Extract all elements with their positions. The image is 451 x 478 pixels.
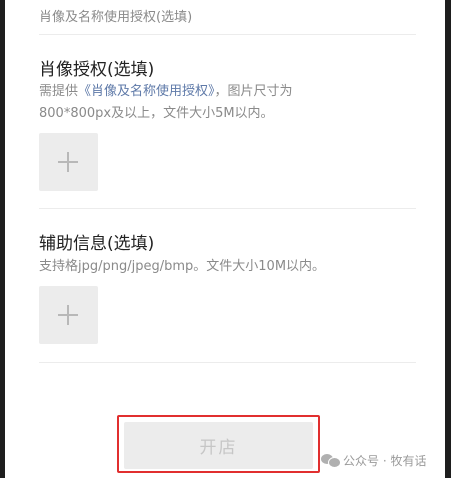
auxiliary-upload-button[interactable] bbox=[39, 286, 98, 344]
portrait-desc-suffix: ，图片尺寸为 bbox=[214, 84, 293, 99]
wechat-icon bbox=[321, 453, 341, 468]
auxiliary-info-title: 辅助信息(选填) bbox=[39, 234, 155, 254]
portrait-size-requirement: 800*800px及以上，文件大小5M以内。 bbox=[39, 106, 274, 121]
divider bbox=[39, 362, 416, 363]
auxiliary-info-desc: 支持格jpg/png/jpeg/bmp。文件大小10M以内。 bbox=[39, 259, 326, 274]
plus-icon bbox=[58, 305, 78, 325]
portrait-name-authorization-label: 肖像及名称使用授权(选填) bbox=[39, 10, 193, 25]
plus-icon bbox=[58, 152, 78, 172]
divider bbox=[39, 34, 416, 35]
portrait-desc-prefix: 需提供 bbox=[39, 84, 79, 99]
watermark-text: 公众号 · 牧有话 bbox=[343, 453, 427, 468]
authorization-doc-link[interactable]: 《肖像及名称使用授权》 bbox=[78, 84, 215, 99]
open-shop-button[interactable]: 开店 bbox=[124, 422, 313, 469]
portrait-authorization-desc: 需提供《肖像及名称使用授权》，图片尺寸为 bbox=[39, 82, 293, 102]
form-sheet: 肖像及名称使用授权(选填) 肖像授权(选填) 需提供《肖像及名称使用授权》，图片… bbox=[5, 0, 445, 478]
divider bbox=[39, 208, 416, 209]
portrait-authorization-title: 肖像授权(选填) bbox=[39, 60, 155, 80]
shop-setup-page: 肖像及名称使用授权(选填) 肖像授权(选填) 需提供《肖像及名称使用授权》，图片… bbox=[0, 0, 451, 478]
wechat-watermark: 公众号 · 牧有话 bbox=[321, 451, 426, 469]
portrait-upload-button[interactable] bbox=[39, 133, 98, 191]
